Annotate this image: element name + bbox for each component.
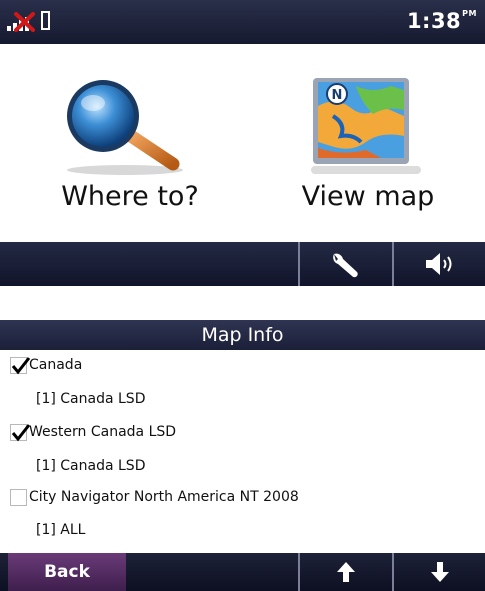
view-map-label: View map bbox=[301, 181, 435, 212]
time-suffix: PM bbox=[462, 9, 477, 18]
wrench-icon bbox=[333, 253, 358, 278]
scroll-down-button[interactable] bbox=[392, 553, 484, 591]
checkbox-western-canada[interactable] bbox=[10, 424, 31, 442]
battery-icon[interactable] bbox=[41, 11, 50, 30]
scroll-up-button[interactable] bbox=[298, 553, 390, 591]
map-info-screen: Map Info Canada [1] Canada LSD Western C… bbox=[0, 320, 485, 591]
map-subitem: [1] Canada LSD bbox=[0, 386, 485, 414]
map-north-label: N bbox=[332, 88, 343, 103]
main-toolbar bbox=[0, 242, 485, 286]
checkbox-canada[interactable] bbox=[10, 357, 31, 375]
volume-icon bbox=[426, 253, 452, 275]
map-item-western-canada[interactable]: Western Canada LSD bbox=[0, 419, 485, 447]
map-subitem: [1] Canada LSD bbox=[0, 453, 485, 481]
map-sub-label: [1] Canada LSD bbox=[36, 391, 146, 407]
checkbox-city-navigator[interactable] bbox=[10, 489, 27, 506]
view-map-button[interactable]: N View map bbox=[268, 64, 468, 224]
satellite-signal-icon[interactable] bbox=[6, 11, 40, 33]
map-sub-label: [1] Canada LSD bbox=[36, 458, 146, 474]
map-info-toolbar: Back bbox=[0, 553, 485, 591]
map-item-canada[interactable]: Canada bbox=[0, 352, 485, 380]
back-button[interactable]: Back bbox=[8, 553, 126, 591]
main-menu-screen: 1:38PM Where to? N View map bbox=[0, 0, 485, 286]
page-title: Map Info bbox=[0, 320, 485, 350]
time-text: 1:38 bbox=[406, 9, 462, 33]
map-subitem: [1] ALL bbox=[0, 517, 485, 545]
map-icon: N bbox=[311, 76, 421, 180]
status-bar: 1:38PM bbox=[0, 0, 485, 44]
where-to-button[interactable]: Where to? bbox=[30, 64, 230, 224]
tools-button[interactable] bbox=[298, 242, 390, 286]
map-sub-label: [1] ALL bbox=[36, 522, 86, 538]
map-name: Canada bbox=[29, 357, 83, 373]
map-name: City Navigator North America NT 2008 bbox=[29, 489, 299, 505]
map-item-city-navigator[interactable]: City Navigator North America NT 2008 bbox=[0, 484, 485, 512]
clock[interactable]: 1:38PM bbox=[407, 9, 477, 33]
arrow-down-icon bbox=[431, 562, 449, 582]
volume-button[interactable] bbox=[392, 242, 484, 286]
map-name: Western Canada LSD bbox=[29, 424, 177, 440]
magnifying-glass-icon bbox=[55, 76, 195, 180]
where-to-label: Where to? bbox=[61, 181, 199, 212]
arrow-up-icon bbox=[337, 562, 355, 582]
